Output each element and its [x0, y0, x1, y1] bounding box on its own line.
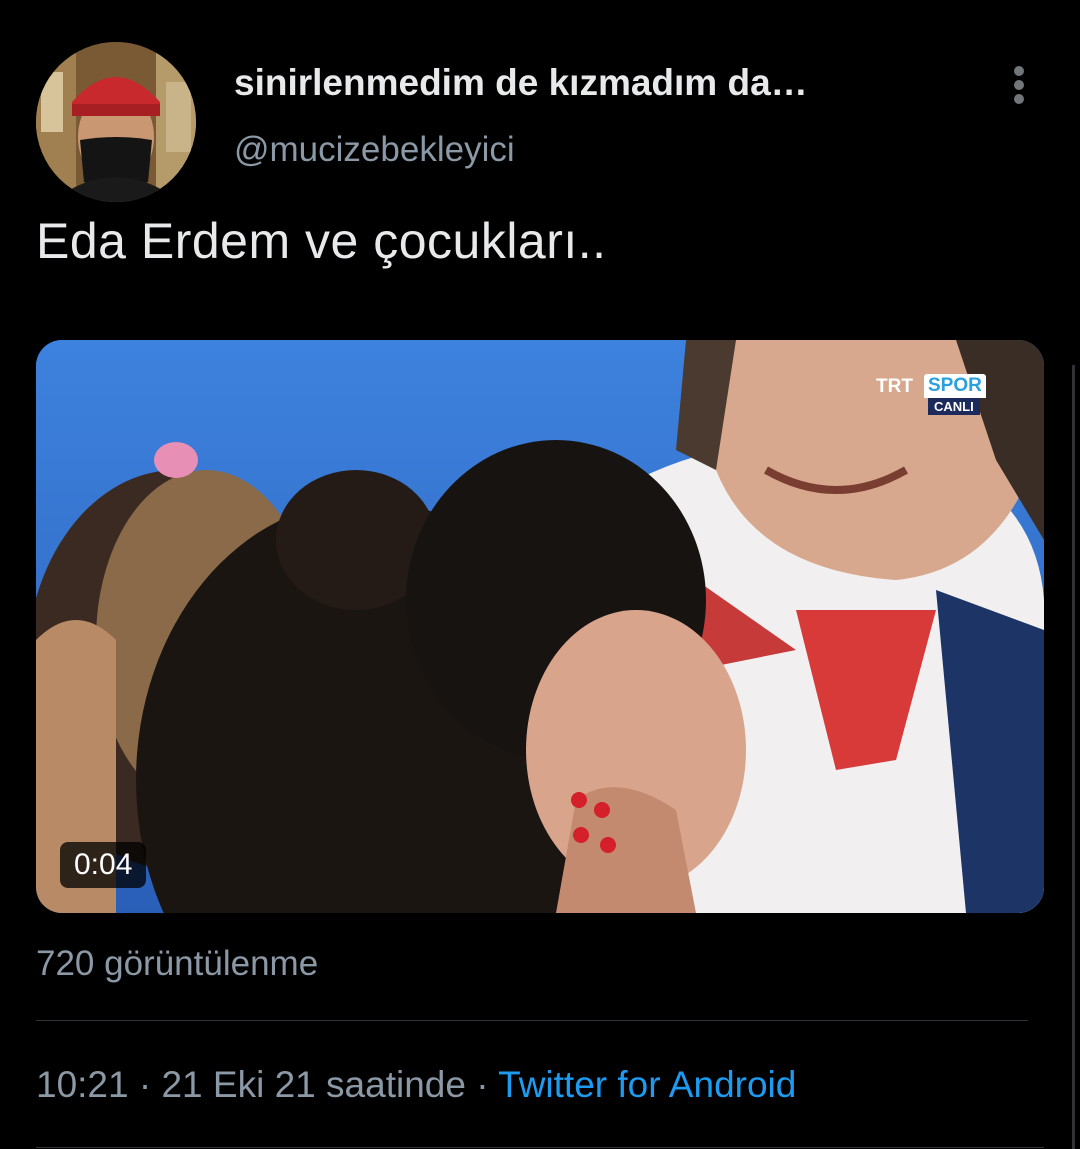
avatar[interactable]: [36, 42, 196, 202]
broadcaster-channel: SPOR: [924, 374, 986, 398]
video-duration-badge: 0:04: [60, 842, 147, 888]
tweet-source-link[interactable]: Twitter for Android: [498, 1064, 796, 1105]
meta-separator: ·: [476, 1064, 489, 1105]
profile-photo: [36, 42, 196, 202]
divider: [36, 1020, 1028, 1021]
divider: [36, 1147, 1044, 1148]
video-player[interactable]: TRT SPOR CANLI 0:04: [36, 340, 1044, 913]
broadcaster-name: TRT: [876, 376, 913, 397]
tweet-detail: sinirlenmedim de kızmadım da… @mucizebek…: [0, 0, 1080, 1149]
broadcaster-logo: TRT SPOR CANLI: [876, 374, 986, 418]
scrollbar-track: [1072, 365, 1075, 1149]
meta-separator: ·: [138, 1064, 152, 1105]
video-thumbnail: [36, 340, 1044, 913]
author-display-name[interactable]: sinirlenmedim de kızmadım da…: [234, 62, 808, 104]
tweet-time[interactable]: 10:21: [36, 1064, 129, 1105]
view-count: 720 görüntülenme: [36, 944, 319, 983]
tweet-text: Eda Erdem ve çocukları..: [36, 213, 607, 269]
live-label: CANLI: [928, 398, 980, 415]
tweet-metadata: 10:21 · 21 Eki 21 saatinde · Twitter for…: [36, 1064, 796, 1106]
more-options-button[interactable]: [1000, 60, 1040, 110]
tweet-date[interactable]: 21 Eki 21 saatinde: [161, 1064, 465, 1105]
author-handle[interactable]: @mucizebekleyici: [234, 130, 515, 170]
